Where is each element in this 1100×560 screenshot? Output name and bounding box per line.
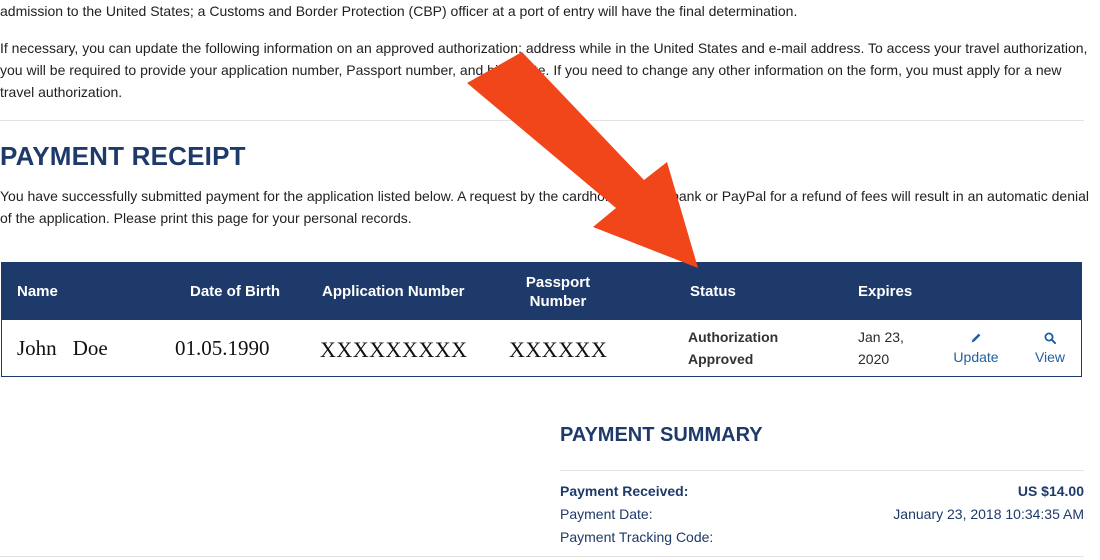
intro-paragraph-2: If necessary, you can update the followi…: [0, 40, 1088, 100]
table-header: Name Date of Birth Application Number Pa…: [2, 263, 1081, 320]
status-value: Authorization Approved: [688, 320, 778, 376]
bottom-divider: [0, 556, 1084, 557]
search-icon: [1043, 331, 1057, 345]
status-line2: Approved: [688, 351, 754, 367]
applicant-name: John Doe: [17, 320, 108, 376]
header-expires: Expires: [858, 283, 913, 300]
summary-divider: [560, 470, 1084, 471]
payment-summary-title: PAYMENT SUMMARY: [560, 424, 763, 446]
passport-number: XXXXXX: [509, 337, 608, 362]
section-divider: [0, 120, 1084, 121]
expires-line2: 2020: [858, 351, 890, 367]
view-label: View: [1034, 349, 1066, 365]
header-application-number: Application Number: [322, 283, 465, 300]
payment-date-row: Payment Date: January 23, 2018 10:34:35 …: [560, 506, 1084, 526]
header-name: Name: [17, 283, 58, 300]
view-button[interactable]: View: [1030, 320, 1070, 376]
payment-tracking-row: Payment Tracking Code:: [560, 529, 1084, 549]
header-date-of-birth: Date of Birth: [190, 283, 280, 300]
status-line1: Authorization: [688, 329, 779, 345]
tracking-code-label: Payment Tracking Code:: [560, 529, 714, 545]
header-passport-line1: Passport: [525, 273, 591, 291]
payment-date-value: January 23, 2018 10:34:35 AM: [893, 506, 1084, 522]
payment-receipt-description: You have successfully submitted payment …: [0, 188, 1090, 226]
update-label: Update: [953, 349, 999, 365]
pencil-icon: [969, 331, 983, 345]
header-passport-number: Passport Number: [502, 263, 614, 320]
expires-value: Jan 23, 2020: [858, 320, 904, 376]
intro-paragraph-1: admission to the United States; a Custom…: [0, 3, 798, 19]
payment-receipt-title: PAYMENT RECEIPT: [0, 141, 246, 171]
header-passport-line2: Number: [529, 292, 587, 310]
last-name: Doe: [72, 335, 108, 360]
application-table: Name Date of Birth Application Number Pa…: [1, 262, 1082, 377]
payment-received-value: US $14.00: [1017, 483, 1084, 499]
update-button[interactable]: Update: [948, 320, 1004, 376]
payment-received-row: Payment Received: US $14.00: [560, 483, 1084, 503]
payment-date-label: Payment Date:: [560, 506, 653, 522]
payment-received-label: Payment Received:: [560, 483, 689, 499]
date-of-birth: 01.05.1990: [175, 335, 270, 360]
expires-line1: Jan 23,: [858, 329, 904, 345]
first-name: John: [17, 335, 57, 360]
application-number: XXXXXXXXX: [320, 337, 468, 362]
header-status: Status: [690, 283, 736, 300]
table-row: John Doe 01.05.1990 XXXXXXXXX XXXXXX Aut…: [2, 320, 1081, 376]
